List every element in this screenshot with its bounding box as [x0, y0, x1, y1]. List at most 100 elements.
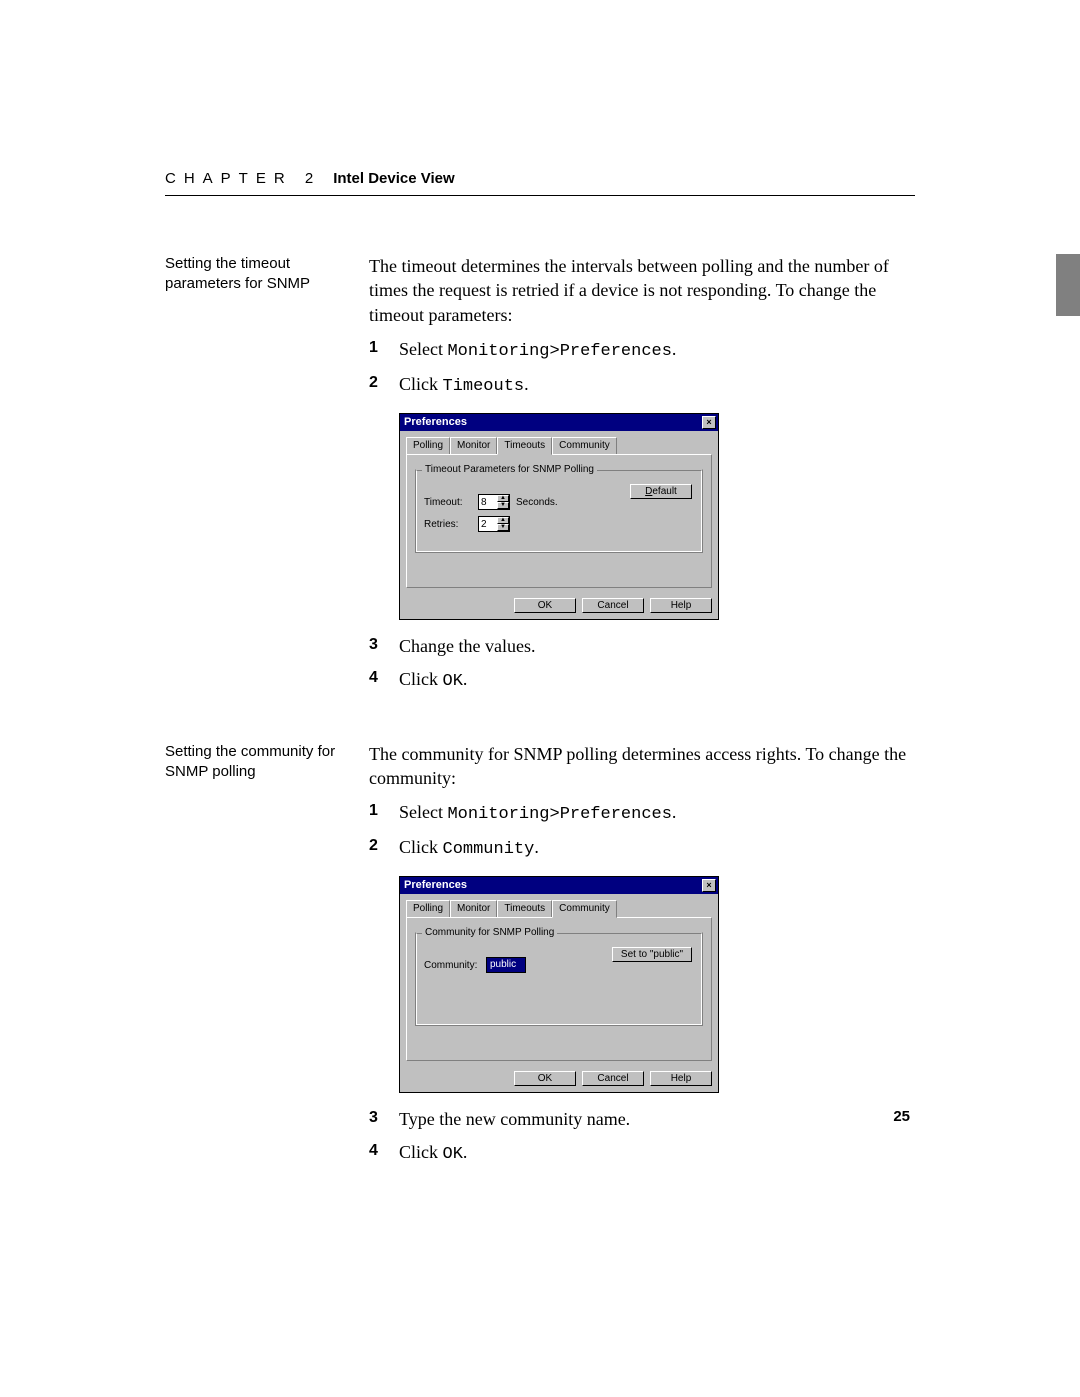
content: Setting the timeout parameters for SNMP …	[165, 254, 915, 1175]
page: CHAPTER 2 Intel Device View Setting the …	[0, 0, 1080, 1235]
step-number: 1	[369, 337, 385, 364]
step-prefix: Click	[399, 374, 443, 394]
step-number: 4	[369, 667, 385, 694]
step-suffix: .	[534, 837, 539, 857]
dialog-footer: OK Cancel Help	[400, 592, 718, 619]
step-text: Click Timeouts.	[399, 372, 529, 399]
set-public-button[interactable]: Set to "public"	[612, 947, 692, 962]
ok-button[interactable]: OK	[514, 1071, 576, 1086]
step-suffix: .	[524, 374, 529, 394]
page-number: 25	[893, 1108, 910, 1125]
step-text: Click OK.	[399, 667, 467, 694]
tab-monitor[interactable]: Monitor	[450, 437, 497, 456]
tab-timeouts[interactable]: Timeouts	[497, 900, 552, 919]
side-label-community: Setting the community for SNMP polling	[165, 742, 345, 1175]
section-timeout: Setting the timeout parameters for SNMP …	[165, 254, 915, 702]
dialog-footer: OK Cancel Help	[400, 1065, 718, 1092]
dialog-titlebar[interactable]: Preferences ×	[400, 877, 718, 894]
cancel-button[interactable]: Cancel	[582, 598, 644, 613]
timeout-spinner[interactable]: ▲▼	[478, 494, 510, 510]
tabstrip: Polling Monitor Timeouts Community	[406, 900, 712, 919]
dialog-titlebar[interactable]: Preferences ×	[400, 414, 718, 431]
step-number: 2	[369, 372, 385, 399]
ok-button[interactable]: OK	[514, 598, 576, 613]
timeout-input[interactable]	[479, 495, 497, 509]
step-text: Type the new community name.	[399, 1107, 630, 1131]
tabpanel-community: Community for SNMP Polling Set to "publi…	[406, 917, 712, 1061]
step-code: OK	[443, 1145, 463, 1164]
help-button[interactable]: Help	[650, 1071, 712, 1086]
step-prefix: Click	[399, 1142, 443, 1162]
section-community: Setting the community for SNMP polling T…	[165, 742, 915, 1175]
groupbox-legend: Timeout Parameters for SNMP Polling	[422, 463, 597, 477]
chapter-label: CHAPTER 2	[165, 170, 321, 187]
spinner-arrows-icon[interactable]: ▲▼	[497, 495, 509, 509]
step-number: 1	[369, 800, 385, 827]
step-prefix: Select	[399, 802, 447, 822]
main-col-community: The community for SNMP polling determine…	[369, 742, 915, 1175]
default-button[interactable]: Default	[630, 484, 692, 499]
step-suffix: .	[463, 669, 468, 689]
timeout-unit: Seconds.	[516, 496, 558, 510]
cancel-button[interactable]: Cancel	[582, 1071, 644, 1086]
tab-polling[interactable]: Polling	[406, 437, 450, 456]
step-suffix: .	[672, 339, 677, 359]
step-text: Change the values.	[399, 634, 535, 658]
step: 2 Click Timeouts.	[369, 372, 915, 399]
step-text: Click OK.	[399, 1140, 467, 1167]
side-label-timeout: Setting the timeout parameters for SNMP	[165, 254, 345, 702]
close-icon[interactable]: ×	[702, 416, 716, 429]
figure-preferences-timeouts: Preferences × Polling Monitor Timeouts C…	[399, 413, 915, 621]
tab-monitor[interactable]: Monitor	[450, 900, 497, 919]
groupbox-legend: Community for SNMP Polling	[422, 926, 557, 940]
step-text: Select Monitoring>Preferences.	[399, 800, 676, 827]
step: 1 Select Monitoring>Preferences.	[369, 800, 915, 827]
step-number: 3	[369, 1107, 385, 1131]
dialog-title: Preferences	[404, 878, 467, 893]
step-code: OK	[443, 672, 463, 691]
dialog-preferences: Preferences × Polling Monitor Timeouts C…	[399, 413, 719, 621]
step-number: 2	[369, 835, 385, 862]
step-prefix: Click	[399, 669, 443, 689]
community-input[interactable]: public	[486, 957, 526, 973]
tabpanel-timeouts: Timeout Parameters for SNMP Polling Defa…	[406, 454, 712, 588]
step-code: Monitoring>Preferences	[447, 805, 671, 824]
step-suffix: .	[672, 802, 677, 822]
step-prefix: Change the values.	[399, 636, 535, 656]
tab-polling[interactable]: Polling	[406, 900, 450, 919]
steps-timeout-after: 3 Change the values. 4 Click OK.	[369, 634, 915, 693]
close-icon[interactable]: ×	[702, 879, 716, 892]
step-prefix: Select	[399, 339, 447, 359]
retries-label: Retries:	[424, 518, 472, 532]
tab-community[interactable]: Community	[552, 437, 617, 456]
timeout-label: Timeout:	[424, 496, 472, 510]
step-number: 4	[369, 1140, 385, 1167]
retries-spinner[interactable]: ▲▼	[478, 516, 510, 532]
retries-input[interactable]	[479, 517, 497, 531]
step: 2 Click Community.	[369, 835, 915, 862]
help-button[interactable]: Help	[650, 598, 712, 613]
main-col-timeout: The timeout determines the intervals bet…	[369, 254, 915, 702]
step-code: Timeouts	[443, 377, 525, 396]
step: 4 Click OK.	[369, 667, 915, 694]
dialog-title: Preferences	[404, 415, 467, 430]
step-code: Monitoring>Preferences	[447, 342, 671, 361]
steps-community-after: 3 Type the new community name. 4 Click O…	[369, 1107, 915, 1166]
intro-timeout: The timeout determines the intervals bet…	[369, 254, 915, 327]
groupbox-timeout-params: Timeout Parameters for SNMP Polling Defa…	[415, 469, 703, 553]
running-header: CHAPTER 2 Intel Device View	[165, 170, 915, 196]
community-label: Community:	[424, 959, 480, 973]
step: 3 Type the new community name.	[369, 1107, 915, 1131]
spinner-arrows-icon[interactable]: ▲▼	[497, 517, 509, 531]
tab-community[interactable]: Community	[552, 900, 617, 919]
steps-community-before: 1 Select Monitoring>Preferences. 2 Click…	[369, 800, 915, 862]
figure-preferences-community: Preferences × Polling Monitor Timeouts C…	[399, 876, 915, 1094]
tab-timeouts[interactable]: Timeouts	[497, 437, 552, 456]
step: 4 Click OK.	[369, 1140, 915, 1167]
steps-timeout-before: 1 Select Monitoring>Preferences. 2 Click…	[369, 337, 915, 399]
dialog-body: Polling Monitor Timeouts Community Commu…	[400, 894, 718, 1066]
step: 3 Change the values.	[369, 634, 915, 658]
tabstrip: Polling Monitor Timeouts Community	[406, 437, 712, 456]
step-number: 3	[369, 634, 385, 658]
step-text: Select Monitoring>Preferences.	[399, 337, 676, 364]
